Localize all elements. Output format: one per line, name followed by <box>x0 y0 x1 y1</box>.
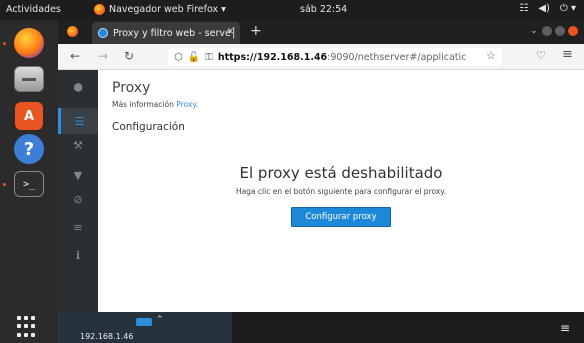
page-title: Proxy <box>112 80 151 96</box>
info-icon: ℹ <box>75 248 81 262</box>
software-store-icon: A <box>23 108 35 124</box>
ban-icon: ⊘ <box>73 192 83 206</box>
hamburger-menu-icon[interactable]: ≡ <box>560 321 570 335</box>
app-menu[interactable]: Navegador web Firefox ▾ <box>94 4 226 15</box>
app-sidebar: ⬢ ☰ ⚒ ▼ ⊘ ≡ ℹ <box>58 70 98 312</box>
dock-files[interactable] <box>14 66 44 92</box>
configure-proxy-button[interactable]: Configurar proxy <box>291 207 391 227</box>
shield-icon[interactable]: ⬡ <box>174 52 183 63</box>
network-icon[interactable]: ☷ <box>519 3 528 14</box>
host-icon <box>136 318 152 326</box>
power-icon[interactable]: ⏻ ▾ <box>560 3 576 14</box>
sidebar-item-proxy[interactable]: ☰ <box>58 108 98 134</box>
sidebar-item-settings[interactable]: ⚒ <box>58 132 98 158</box>
cube-icon: ⬢ <box>73 80 83 94</box>
sidebar-item-filter[interactable]: ▼ <box>58 162 98 188</box>
menu-icon[interactable]: ≡ <box>562 47 573 62</box>
host-pane[interactable]: ⌃ 192.168.1.46 <box>58 312 232 343</box>
maximize-button[interactable] <box>555 26 565 36</box>
dock: A ? >_ <box>0 20 58 343</box>
activities-button[interactable]: Actividades <box>6 4 61 15</box>
more-info-suffix: . <box>195 100 199 109</box>
lock-warning-icon[interactable]: 🔓 <box>188 52 200 63</box>
gnome-top-bar: Actividades Navegador web Firefox ▾ sáb … <box>0 0 584 20</box>
cockpit-favicon-icon <box>98 28 108 38</box>
firefox-view-icon[interactable] <box>67 26 78 37</box>
url-path: :9090/nethserver#/applicatic <box>327 51 467 63</box>
running-indicator <box>3 183 6 186</box>
window-controls <box>542 26 578 36</box>
pocket-icon[interactable]: ♡ <box>536 49 546 62</box>
dock-software[interactable]: A <box>15 102 43 130</box>
help-icon: ? <box>23 138 35 160</box>
forward-button[interactable]: → <box>98 49 108 63</box>
chevron-up-icon[interactable]: ⌃ <box>156 315 164 325</box>
firefox-icon <box>94 4 105 15</box>
sidebar-item-bypass[interactable]: ⊘ <box>58 186 98 212</box>
tab-active[interactable]: Proxy y filtro web - serve│ ✕ <box>92 22 240 44</box>
section-title: Configuración <box>112 121 185 133</box>
minimize-button[interactable] <box>542 26 552 36</box>
volume-icon[interactable]: ◀) <box>538 3 550 14</box>
host-address: 192.168.1.46 <box>80 332 134 341</box>
dock-terminal[interactable]: >_ <box>14 171 44 197</box>
wrench-icon: ⚒ <box>73 138 83 152</box>
system-tray[interactable]: ☷ ◀) ⏻ ▾ <box>519 3 576 14</box>
list-icon: ☰ <box>74 114 85 128</box>
dock-help[interactable]: ? <box>14 134 44 164</box>
more-info-prefix: Más información <box>112 100 177 109</box>
more-info: Más información Proxy. <box>112 100 198 109</box>
firefox-icon <box>14 28 44 58</box>
proxy-docs-link[interactable]: Proxy <box>176 100 195 109</box>
configure-hint: Haga clic en el botón siguiente para con… <box>235 187 447 196</box>
new-tab-button[interactable]: + <box>250 23 262 39</box>
url-bar[interactable]: ⬡ 🔓 ⚿ https://192.168.1.46:9090/nethserv… <box>168 48 502 66</box>
clock[interactable]: sáb 22:54 <box>300 4 347 15</box>
tab-bar: Proxy y filtro web - serve│ ✕ + ⌄ <box>58 20 584 44</box>
main-content: Proxy Más información Proxy. Configuraci… <box>98 70 584 312</box>
sidebar-item-dashboard[interactable]: ⬢ <box>58 74 98 100</box>
dock-firefox[interactable] <box>12 26 46 60</box>
show-applications-button[interactable] <box>17 316 39 338</box>
list-tabs-button[interactable]: ⌄ <box>530 26 538 36</box>
nav-bar: ← → ↻ ⬡ 🔓 ⚿ https://192.168.1.46:9090/ne… <box>58 44 584 70</box>
sidebar-item-logs[interactable]: ≡ <box>58 214 98 240</box>
files-icon <box>22 77 36 81</box>
reload-button[interactable]: ↻ <box>124 49 134 63</box>
permissions-icon[interactable]: ⚿ <box>205 52 213 63</box>
url-host: https://192.168.1.46 <box>217 51 328 63</box>
close-window-button[interactable] <box>568 26 578 36</box>
tab-title: Proxy y filtro web - serve│ <box>113 27 237 39</box>
running-indicator <box>3 42 6 45</box>
terminal-icon: >_ <box>22 178 36 190</box>
bookmark-star-icon[interactable]: ☆ <box>486 49 496 62</box>
back-button[interactable]: ← <box>70 49 80 63</box>
bottom-bar: ⌃ 192.168.1.46 ≡ <box>58 312 584 343</box>
sidebar-item-about[interactable]: ℹ <box>58 242 98 268</box>
close-tab-icon[interactable]: ✕ <box>226 27 234 37</box>
app-menu-label: Navegador web Firefox ▾ <box>109 4 226 15</box>
filter-icon: ▼ <box>73 168 83 182</box>
proxy-status-message: El proxy está deshabilitado <box>239 164 443 182</box>
log-icon: ≡ <box>73 220 83 234</box>
